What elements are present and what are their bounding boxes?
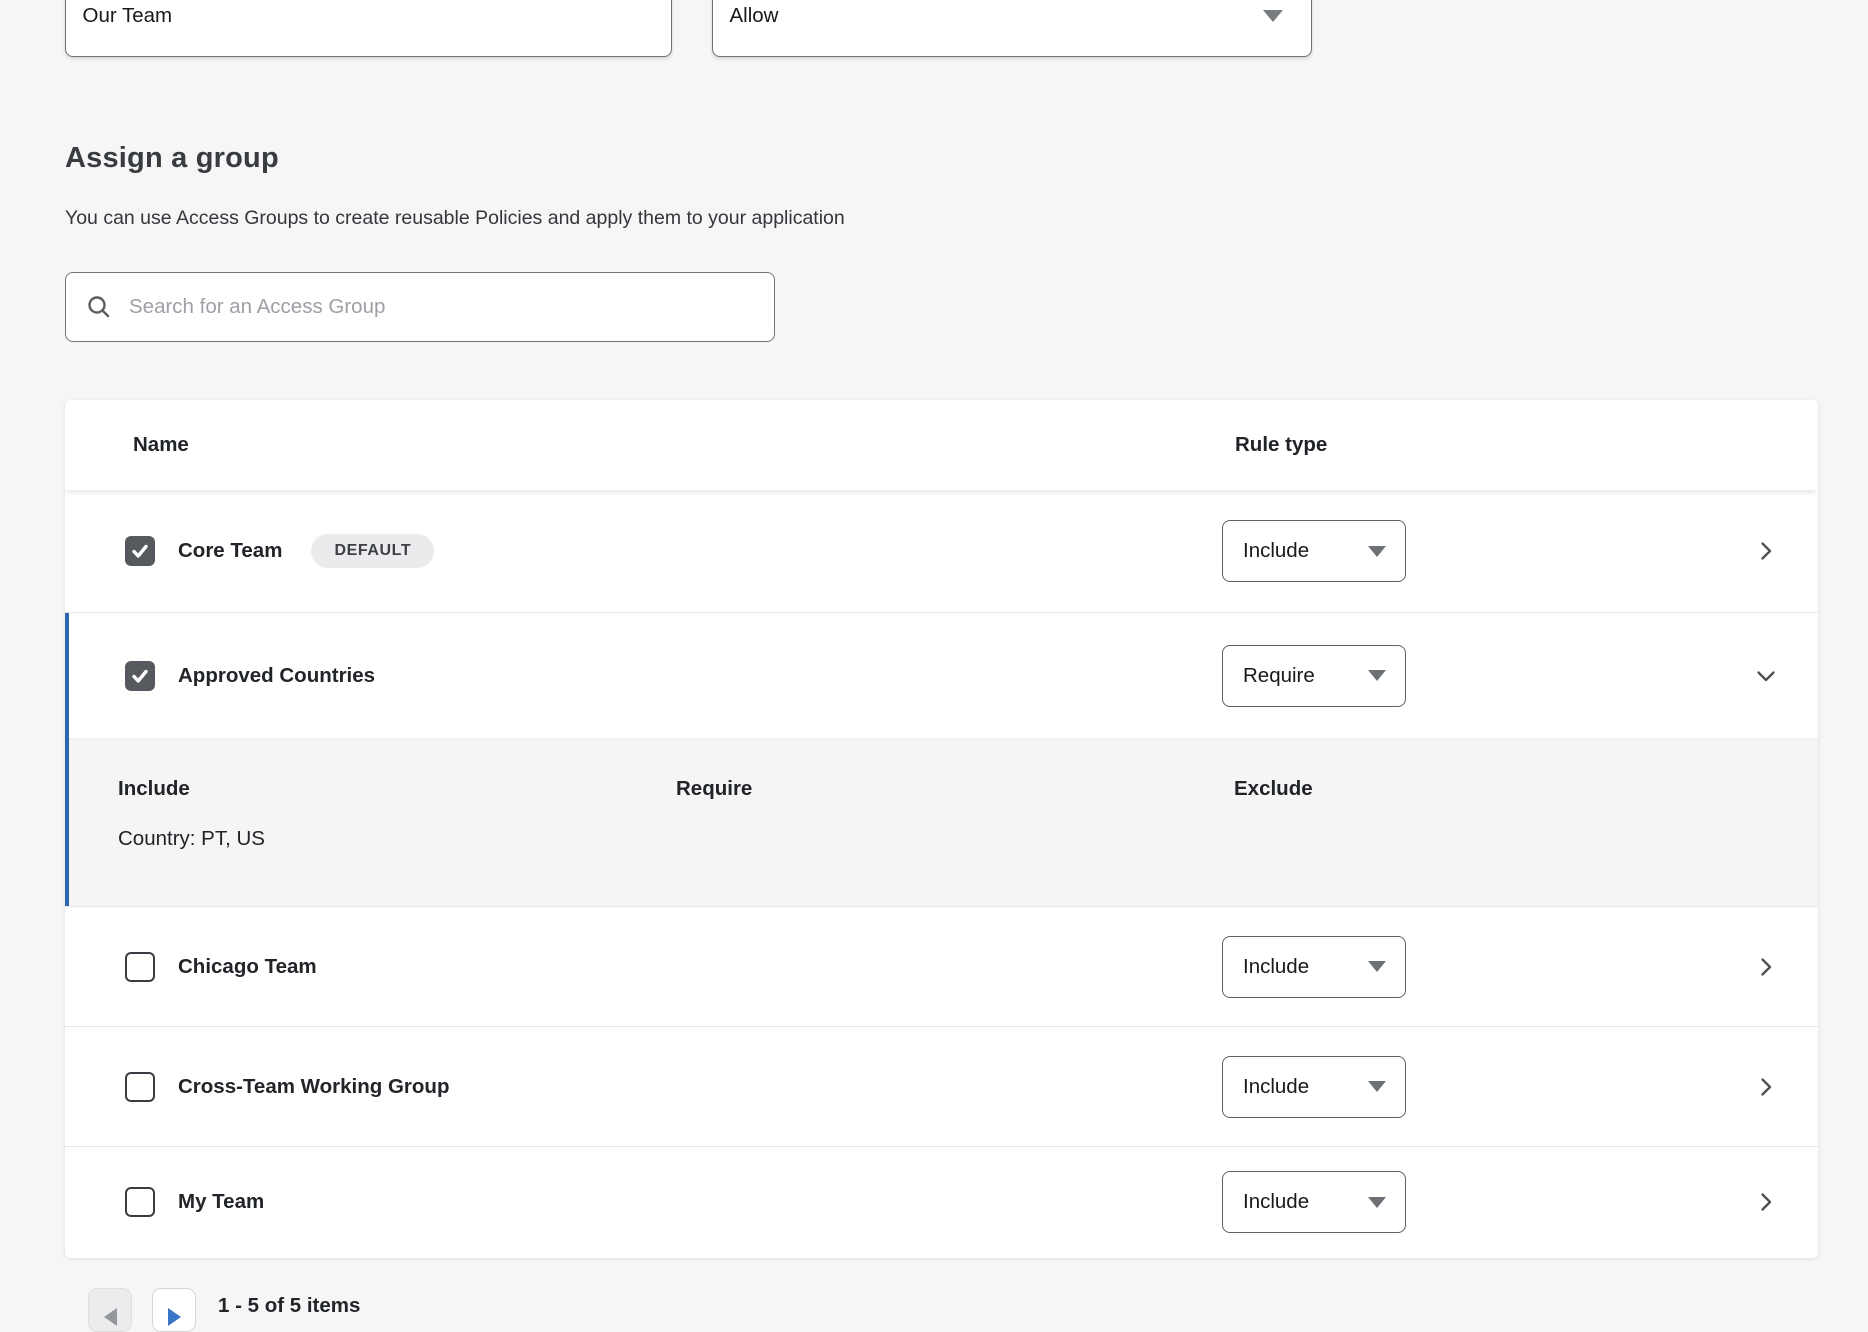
action-select[interactable]: Allow [712, 0, 1312, 57]
expanded-rule-details: Include Country: PT, US Require Exclude [65, 738, 1818, 906]
checkmark-icon [130, 666, 150, 686]
rule-type-value: Require [1243, 664, 1315, 688]
rule-type-value: Include [1243, 1075, 1309, 1099]
table-row-approved-countries: Approved Countries Require [65, 613, 1818, 738]
chevron-right-icon[interactable] [1753, 1189, 1779, 1215]
details-require-column: Require [676, 777, 1234, 851]
action-select-face[interactable]: Allow [713, 0, 1311, 56]
chevron-right-icon[interactable] [1753, 538, 1779, 564]
policy-name-field [65, 0, 672, 57]
details-require-label: Require [676, 777, 1234, 801]
rule-type-select-cross-team-working-group[interactable]: Include [1222, 1056, 1406, 1118]
checkbox-chicago-team[interactable] [125, 952, 155, 982]
action-select-value: Allow [730, 4, 779, 28]
rule-type-value: Include [1243, 955, 1309, 979]
details-include-label: Include [118, 777, 676, 801]
row-label: Core Team [178, 539, 282, 563]
arrow-right-icon [168, 1308, 181, 1326]
row-label: Chicago Team [178, 955, 317, 979]
caret-down-icon [1368, 670, 1386, 681]
details-include-value: Country: PT, US [118, 827, 676, 851]
section-description: You can use Access Groups to create reus… [65, 207, 845, 230]
default-badge: DEFAULT [311, 534, 434, 568]
next-page-button[interactable] [152, 1288, 196, 1332]
checkbox-cross-team-working-group[interactable] [125, 1072, 155, 1102]
table-row-my-team: My Team Include [65, 1146, 1818, 1257]
table-row-group-approved-countries: Approved Countries Require Include Count… [65, 612, 1818, 906]
arrow-left-icon [104, 1308, 117, 1326]
search-icon [86, 294, 112, 320]
checkbox-core-team[interactable] [125, 536, 155, 566]
previous-page-button[interactable] [88, 1288, 132, 1332]
pagination: 1 - 5 of 5 items [88, 1288, 360, 1332]
row-label: Cross-Team Working Group [178, 1075, 449, 1099]
table-header: Name Rule type [65, 400, 1818, 490]
chevron-right-icon[interactable] [1753, 1074, 1779, 1100]
access-group-search [65, 272, 775, 342]
row-label: My Team [178, 1190, 264, 1214]
access-groups-table: Name Rule type Core Team DEFAULT Include [65, 400, 1818, 1258]
policy-name-input[interactable] [66, 0, 671, 56]
checkbox-approved-countries[interactable] [125, 661, 155, 691]
chevron-down-icon[interactable] [1753, 663, 1779, 689]
rule-type-select-approved-countries[interactable]: Require [1222, 645, 1406, 707]
caret-down-icon [1368, 1081, 1386, 1092]
caret-down-icon [1263, 10, 1283, 22]
rule-type-value: Include [1243, 1190, 1309, 1214]
caret-down-icon [1368, 961, 1386, 972]
caret-down-icon [1368, 1197, 1386, 1208]
column-header-rule-type: Rule type [1235, 433, 1327, 457]
details-exclude-label: Exclude [1234, 777, 1792, 801]
pagination-range-label: 1 - 5 of 5 items [218, 1294, 360, 1318]
table-row-chicago-team: Chicago Team Include [65, 906, 1818, 1026]
table-row-core-team: Core Team DEFAULT Include [65, 490, 1818, 612]
chevron-right-icon[interactable] [1753, 954, 1779, 980]
rule-type-select-my-team[interactable]: Include [1222, 1171, 1406, 1233]
search-input[interactable] [112, 273, 774, 341]
page-title: Assign a group [65, 142, 279, 175]
details-include-column: Include Country: PT, US [118, 777, 676, 851]
rule-type-value: Include [1243, 539, 1309, 563]
table-row-cross-team-working-group: Cross-Team Working Group Include [65, 1026, 1818, 1146]
column-header-name: Name [133, 433, 189, 457]
caret-down-icon [1368, 546, 1386, 557]
checkmark-icon [130, 541, 150, 561]
row-label: Approved Countries [178, 664, 375, 688]
rule-type-select-core-team[interactable]: Include [1222, 520, 1406, 582]
details-exclude-column: Exclude [1234, 777, 1792, 851]
checkbox-my-team[interactable] [125, 1187, 155, 1217]
rule-type-select-chicago-team[interactable]: Include [1222, 936, 1406, 998]
